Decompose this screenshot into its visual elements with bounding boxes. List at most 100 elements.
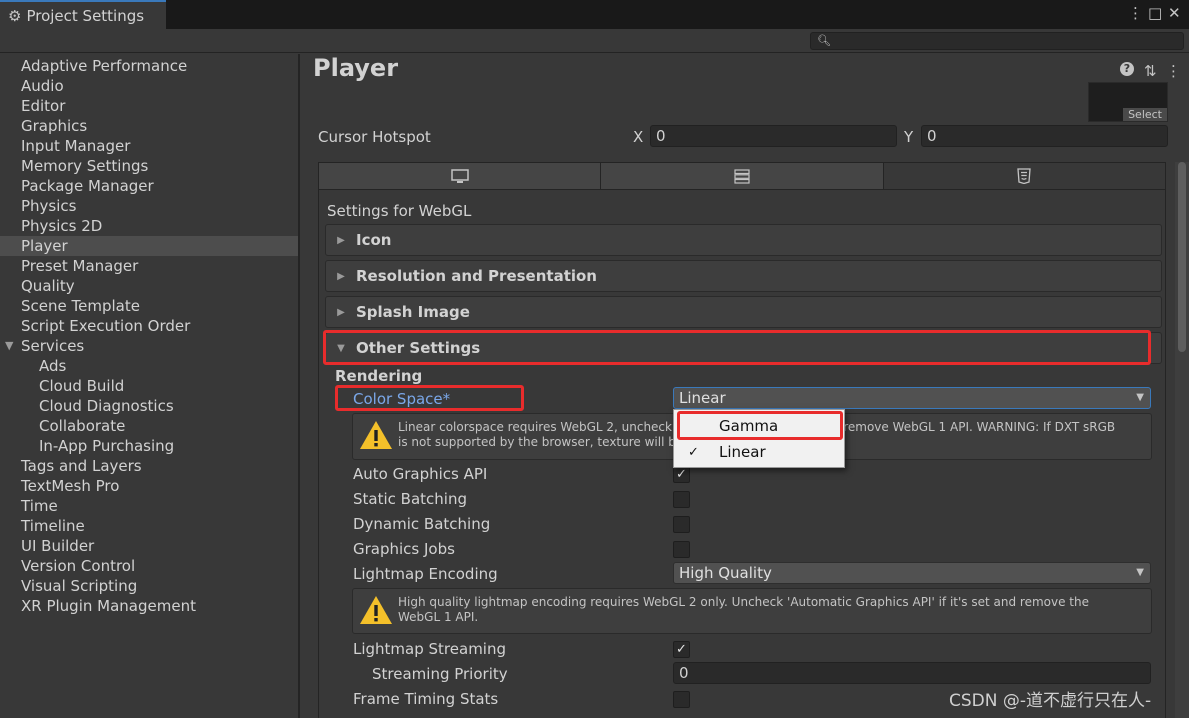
sidebar-item-collaborate[interactable]: Collaborate — [0, 416, 298, 436]
sidebar-item-tags-and-layers[interactable]: Tags and Layers — [0, 456, 298, 476]
auto-graphics-api-checkbox[interactable]: ✓ — [673, 466, 690, 483]
cursor-texture-preview[interactable]: Select — [1088, 82, 1168, 122]
foldout-label: Other Settings — [356, 339, 481, 357]
caret-down-icon: ▼ — [1136, 567, 1144, 578]
maximize-icon[interactable]: □ — [1148, 4, 1162, 22]
sidebar-item-cloud-build[interactable]: Cloud Build — [0, 376, 298, 396]
page-title: Player — [313, 54, 399, 82]
foldout-other-settings[interactable]: ▼ Other Settings — [325, 332, 1162, 364]
sidebar-item-package-manager[interactable]: Package Manager — [0, 176, 298, 196]
sidebar-item-quality[interactable]: Quality — [0, 276, 298, 296]
dynamic-batching-checkbox[interactable] — [673, 516, 690, 533]
hotspot-y-field[interactable]: 0 — [921, 125, 1168, 147]
scrollbar-thumb[interactable] — [1178, 162, 1186, 352]
sidebar-item-adaptive-performance[interactable]: Adaptive Performance — [0, 56, 298, 76]
lightmap-encoding-dropdown[interactable]: High Quality ▼ — [673, 562, 1151, 584]
sidebar-item-cloud-diagnostics[interactable]: Cloud Diagnostics — [0, 396, 298, 416]
foldout-label: Splash Image — [356, 303, 470, 321]
sidebar-item-scene-template[interactable]: Scene Template — [0, 296, 298, 316]
sidebar-item-physics[interactable]: Physics — [0, 196, 298, 216]
streaming-priority-field[interactable]: 0 — [673, 662, 1151, 684]
lightmap-warning-box: High quality lightmap encoding requires … — [352, 588, 1152, 634]
hotspot-y-label: Y — [904, 128, 914, 146]
sidebar-item-timeline[interactable]: Timeline — [0, 516, 298, 536]
sidebar-item-graphics[interactable]: Graphics — [0, 116, 298, 136]
checkmark-icon: ✓ — [688, 445, 699, 460]
chevron-right-icon: ▶ — [337, 306, 345, 318]
frame-timing-stats-checkbox[interactable] — [673, 691, 690, 708]
sidebar-item-services[interactable]: ▼ Services — [0, 336, 298, 356]
static-batching-label: Static Batching — [353, 490, 467, 508]
menu-item-gamma[interactable]: Gamma — [674, 414, 844, 439]
menu-item-label: Linear — [719, 443, 766, 461]
graphics-jobs-checkbox[interactable] — [673, 541, 690, 558]
lightmap-streaming-label: Lightmap Streaming — [353, 640, 506, 658]
sidebar-item-preset-manager[interactable]: Preset Manager — [0, 256, 298, 276]
lightmap-encoding-label: Lightmap Encoding — [353, 565, 498, 583]
window-menu-icon[interactable]: ⋮ — [1128, 4, 1143, 22]
search-input[interactable]: 🔍︎ — [810, 32, 1184, 50]
foldout-resolution[interactable]: ▶ Resolution and Presentation — [325, 260, 1162, 292]
menu-item-label: Gamma — [719, 417, 779, 435]
sidebar-item-version-control[interactable]: Version Control — [0, 556, 298, 576]
color-space-dropdown[interactable]: Linear ▼ — [673, 387, 1151, 409]
select-texture-button[interactable]: Select — [1123, 108, 1167, 121]
html5-icon — [1017, 168, 1032, 184]
warning-icon — [360, 421, 392, 449]
static-batching-checkbox[interactable] — [673, 491, 690, 508]
sidebar-item-textmesh-pro[interactable]: TextMesh Pro — [0, 476, 298, 496]
chevron-down-icon: ▼ — [337, 342, 345, 354]
gear-icon: ⚙ — [8, 7, 22, 25]
close-icon[interactable]: ✕ — [1168, 4, 1181, 22]
sidebar-item-in-app-purchasing[interactable]: In-App Purchasing — [0, 436, 298, 456]
sidebar-item-time[interactable]: Time — [0, 496, 298, 516]
warning-text: High quality lightmap encoding requires … — [398, 595, 1089, 624]
sidebar-item-script-execution-order[interactable]: Script Execution Order — [0, 316, 298, 336]
graphics-jobs-label: Graphics Jobs — [353, 540, 455, 558]
sidebar-item-editor[interactable]: Editor — [0, 96, 298, 116]
tab-title: Project Settings — [26, 7, 145, 25]
chevron-down-icon[interactable]: ▼ — [5, 336, 13, 356]
preset-icon[interactable]: ⇅ — [1144, 62, 1157, 80]
dropdown-value: High Quality — [679, 564, 772, 582]
watermark: CSDN @-道不虚行只在人- — [949, 691, 1152, 711]
hotspot-x-label: X — [633, 128, 644, 146]
foldout-label: Resolution and Presentation — [356, 267, 597, 285]
sidebar-item-audio[interactable]: Audio — [0, 76, 298, 96]
foldout-icon[interactable]: ▶ Icon — [325, 224, 1162, 256]
warning-icon — [360, 596, 392, 624]
sidebar-item-player[interactable]: Player — [0, 236, 298, 256]
auto-graphics-api-label: Auto Graphics API — [353, 465, 488, 483]
project-settings-tab[interactable]: ⚙ Project Settings — [0, 0, 166, 30]
chevron-right-icon: ▶ — [337, 234, 345, 246]
sidebar-item-input-manager[interactable]: Input Manager — [0, 136, 298, 156]
sidebar-item-ads[interactable]: Ads — [0, 356, 298, 376]
sidebar-item-xr-plugin-management[interactable]: XR Plugin Management — [0, 596, 298, 616]
tab-dedicated-server[interactable] — [601, 163, 884, 189]
sidebar-item-ui-builder[interactable]: UI Builder — [0, 536, 298, 556]
hotspot-x-field[interactable]: 0 — [650, 125, 897, 147]
tab-webgl[interactable] — [883, 163, 1165, 189]
lightmap-streaming-checkbox[interactable]: ✓ — [673, 641, 690, 658]
help-icon[interactable]: ? — [1120, 62, 1134, 76]
more-options-icon[interactable]: ⋮ — [1166, 62, 1181, 80]
color-space-popup-menu: Gamma ✓ Linear — [673, 409, 845, 468]
platform-tabs — [318, 162, 1166, 190]
dropdown-value: Linear — [679, 389, 726, 407]
settings-sidebar: Adaptive Performance Audio Editor Graphi… — [0, 54, 300, 718]
window-tab-bar: ⚙ Project Settings ⋮ □ ✕ — [0, 0, 1189, 30]
sidebar-item-physics-2d[interactable]: Physics 2D — [0, 216, 298, 236]
monitor-icon — [450, 168, 469, 183]
tab-standalone[interactable] — [319, 163, 602, 189]
vertical-scrollbar[interactable] — [1175, 162, 1189, 718]
menu-item-linear[interactable]: ✓ Linear — [674, 440, 844, 465]
rendering-header: Rendering — [335, 367, 423, 385]
settings-for-label: Settings for WebGL — [327, 202, 472, 220]
caret-down-icon: ▼ — [1136, 392, 1144, 403]
search-strip: 🔍︎ — [0, 29, 1189, 53]
foldout-splash-image[interactable]: ▶ Splash Image — [325, 296, 1162, 328]
server-icon — [734, 168, 750, 184]
sidebar-item-visual-scripting[interactable]: Visual Scripting — [0, 576, 298, 596]
search-icon: 🔍︎ — [817, 34, 831, 47]
sidebar-item-memory-settings[interactable]: Memory Settings — [0, 156, 298, 176]
